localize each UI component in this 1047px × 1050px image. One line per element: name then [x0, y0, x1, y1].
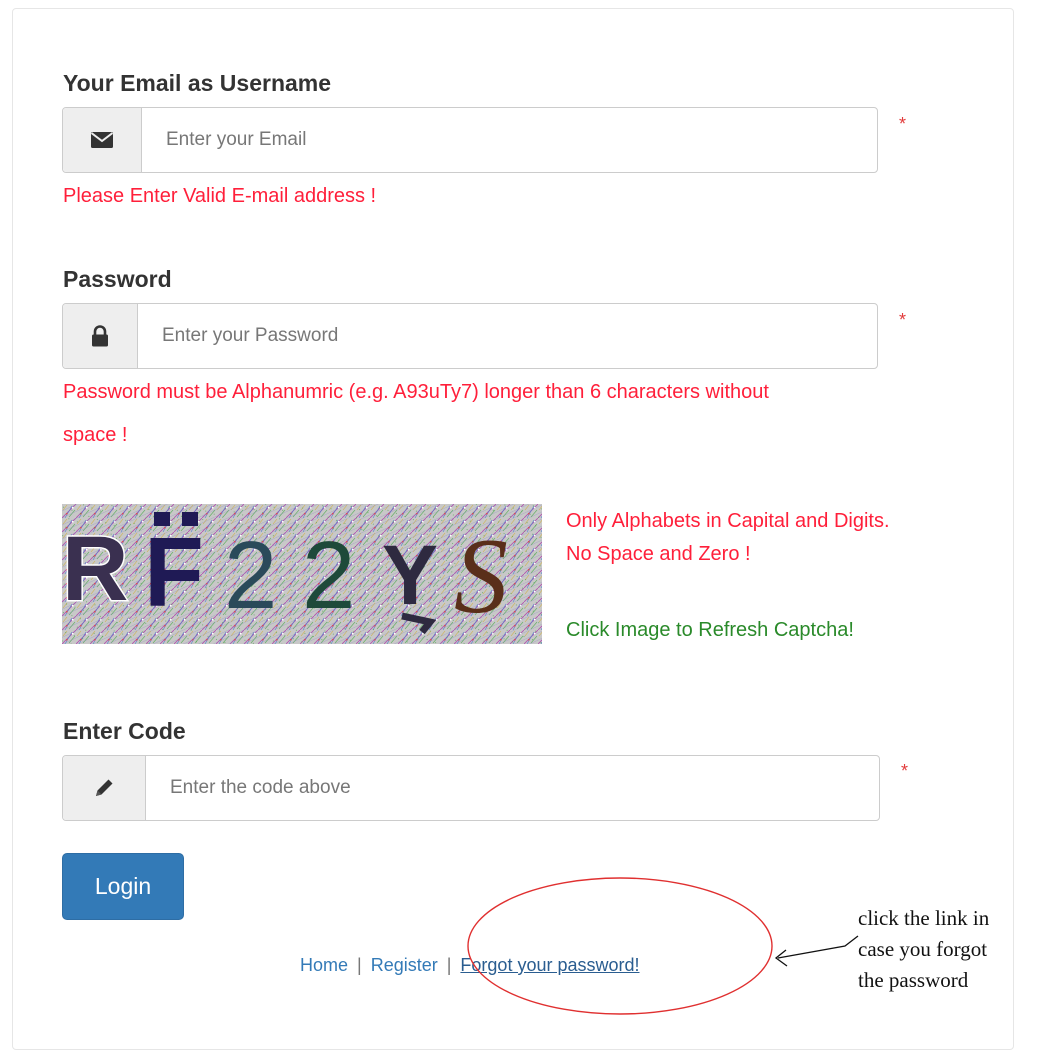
code-label: Enter Code	[63, 718, 186, 744]
captcha-hint-continued: No Space and Zero !	[566, 543, 751, 565]
code-input[interactable]	[146, 756, 879, 820]
forgot-password-link[interactable]: Forgot your password!	[460, 955, 639, 975]
email-required-mark: *	[899, 114, 907, 134]
password-required-mark: *	[899, 310, 907, 330]
pencil-icon	[63, 756, 146, 820]
annotation-line: click the link in	[858, 906, 990, 930]
code-required-mark: *	[901, 761, 909, 781]
footer-separator: |	[446, 955, 452, 975]
annotation-line: the password	[858, 968, 969, 992]
email-input-group	[62, 107, 878, 173]
email-error-text: Please Enter Valid E-mail address !	[63, 185, 377, 207]
code-input-group	[62, 755, 880, 821]
captcha-hint: Only Alphabets in Capital and Digits.	[566, 510, 890, 532]
email-label: Your Email as Username	[63, 70, 332, 96]
password-error-text-continued: space !	[63, 424, 128, 446]
home-link[interactable]: Home	[300, 955, 348, 975]
password-input-group	[62, 303, 878, 369]
login-button[interactable]: Login	[62, 853, 184, 920]
register-link[interactable]: Register	[371, 955, 438, 975]
lock-icon	[63, 304, 138, 368]
footer-separator: |	[357, 955, 362, 975]
captcha-char: F	[144, 517, 204, 627]
captcha-char: Y	[382, 528, 438, 622]
footer-links: Home | Register | Forgot your password!	[300, 955, 640, 976]
password-error-text: Password must be Alphanumric (e.g. A93uT…	[63, 381, 769, 403]
captcha-char: 2	[302, 522, 355, 629]
password-label: Password	[63, 266, 172, 292]
captcha-char: R	[62, 518, 128, 620]
envelope-icon	[63, 108, 142, 172]
password-input[interactable]	[138, 304, 877, 368]
captcha-char: S	[454, 517, 508, 636]
captcha-image[interactable]: R F 2 2 Y S	[62, 504, 542, 644]
annotation-note: click the link in case you forgot the pa…	[858, 903, 1043, 996]
captcha-char: 2	[224, 522, 277, 629]
captcha-refresh-hint: Click Image to Refresh Captcha!	[566, 619, 854, 641]
email-input[interactable]	[142, 108, 877, 172]
annotation-line: case you forgot	[858, 937, 988, 961]
